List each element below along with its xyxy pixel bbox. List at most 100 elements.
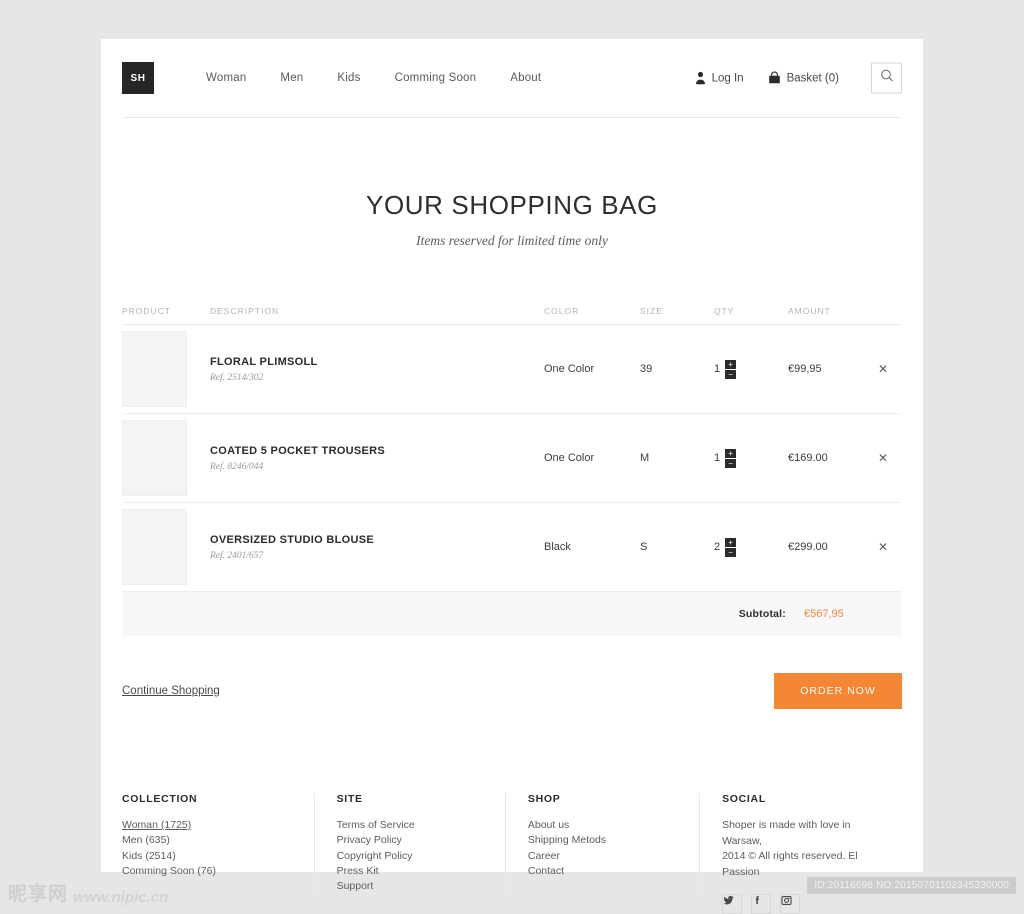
- twitter-icon[interactable]: [722, 894, 742, 914]
- nav-item-men[interactable]: Men: [280, 72, 303, 84]
- product-description-cell: COATED 5 POCKET TROUSERS Ref. 8246/044: [210, 445, 544, 472]
- cart-table-header: PRODUCT DESCRIPTION COLOR SIZE QTY AMOUN…: [122, 306, 902, 325]
- quantity-stepper[interactable]: + −: [725, 449, 736, 468]
- nav-item-about[interactable]: About: [510, 72, 541, 84]
- product-thumbnail-cell: [122, 420, 210, 496]
- product-amount: €169.00: [788, 452, 878, 464]
- qty-value: 2: [714, 541, 720, 553]
- remove-item-button[interactable]: ✕: [878, 451, 888, 465]
- quantity-stepper[interactable]: + −: [725, 360, 736, 379]
- basket-label: Basket (0): [787, 72, 839, 84]
- product-size: S: [640, 541, 714, 553]
- qty-decrease-button[interactable]: −: [725, 370, 736, 379]
- product-reference: Ref. 8246/044: [210, 462, 544, 472]
- login-label: Log In: [712, 72, 744, 84]
- social-links: [722, 894, 882, 914]
- product-reference: Ref. 2514/302: [210, 373, 544, 383]
- product-image[interactable]: [122, 331, 187, 407]
- product-color: One Color: [544, 452, 640, 464]
- column-header-product: PRODUCT: [122, 306, 210, 316]
- column-header-amount: AMOUNT: [788, 306, 878, 316]
- footer-link-comming-soon[interactable]: Comming Soon (76): [122, 864, 294, 879]
- watermark-id: ID:20116698 NO:20150701102345330000: [807, 877, 1016, 894]
- product-name[interactable]: COATED 5 POCKET TROUSERS: [210, 445, 544, 457]
- order-now-button[interactable]: ORDER NOW: [774, 673, 902, 709]
- footer-link-terms-of-service[interactable]: Terms of Service: [337, 818, 485, 833]
- product-image[interactable]: [122, 509, 187, 585]
- quantity-stepper[interactable]: + −: [725, 538, 736, 557]
- footer-link-woman[interactable]: Woman (1725): [122, 818, 294, 833]
- table-row: OVERSIZED STUDIO BLOUSE Ref. 2401/657 Bl…: [122, 503, 902, 592]
- footer-link-kids[interactable]: Kids (2514): [122, 849, 294, 864]
- header-actions: Log In Basket (0): [695, 63, 902, 94]
- main-navigation: Woman Men Kids Comming Soon About: [206, 72, 541, 84]
- footer-link-men[interactable]: Men (635): [122, 833, 294, 848]
- footer-link-contact[interactable]: Contact: [528, 864, 679, 879]
- footer-link-about-us[interactable]: About us: [528, 818, 679, 833]
- column-header-qty: QTY: [714, 306, 788, 316]
- product-reference: Ref. 2401/657: [210, 551, 544, 561]
- nav-item-comming-soon[interactable]: Comming Soon: [395, 72, 477, 84]
- subtotal-value: €567,95: [804, 608, 894, 620]
- product-qty-cell: 1 + −: [714, 360, 788, 379]
- remove-cell: ✕: [878, 451, 902, 465]
- watermark-cn-text: 昵享网: [8, 879, 68, 906]
- remove-cell: ✕: [878, 540, 902, 554]
- footer-link-press-kit[interactable]: Press Kit: [337, 864, 485, 879]
- footer-heading-collection: COLLECTION: [122, 793, 294, 805]
- subtotal-row: Subtotal: €567,95: [122, 592, 902, 636]
- facebook-icon[interactable]: [751, 894, 771, 914]
- remove-item-button[interactable]: ✕: [878, 362, 888, 376]
- login-button[interactable]: Log In: [695, 72, 744, 85]
- shopping-bag-icon: [768, 72, 781, 85]
- qty-increase-button[interactable]: +: [725, 449, 736, 458]
- nav-item-woman[interactable]: Woman: [206, 72, 246, 84]
- basket-button[interactable]: Basket (0): [768, 72, 839, 85]
- footer-column-shop: SHOP About us Shipping Metods Career Con…: [505, 793, 699, 897]
- qty-decrease-button[interactable]: −: [725, 459, 736, 468]
- footer-heading-shop: SHOP: [528, 793, 679, 805]
- continue-shopping-link[interactable]: Continue Shopping: [122, 685, 220, 697]
- subtotal-label: Subtotal:: [739, 608, 786, 620]
- product-thumbnail-cell: [122, 331, 210, 407]
- footer-link-support[interactable]: Support: [337, 879, 485, 894]
- footer-credit-line-1: Shoper is made with love in Warsaw,: [722, 818, 882, 849]
- instagram-icon[interactable]: [780, 894, 800, 914]
- remove-item-button[interactable]: ✕: [878, 540, 888, 554]
- page-title: YOUR SHOPPING BAG: [101, 190, 923, 221]
- nav-item-kids[interactable]: Kids: [337, 72, 360, 84]
- product-color: One Color: [544, 363, 640, 375]
- footer-link-career[interactable]: Career: [528, 849, 679, 864]
- search-button[interactable]: [871, 63, 902, 94]
- cart-table: PRODUCT DESCRIPTION COLOR SIZE QTY AMOUN…: [122, 306, 902, 636]
- qty-value: 1: [714, 363, 720, 375]
- site-header: SH Woman Men Kids Comming Soon About Log…: [122, 39, 902, 118]
- qty-value: 1: [714, 452, 720, 464]
- qty-decrease-button[interactable]: −: [725, 548, 736, 557]
- product-thumbnail-cell: [122, 509, 210, 585]
- product-description-cell: OVERSIZED STUDIO BLOUSE Ref. 2401/657: [210, 534, 544, 561]
- product-name[interactable]: OVERSIZED STUDIO BLOUSE: [210, 534, 544, 546]
- product-name[interactable]: FLORAL PLIMSOLL: [210, 356, 544, 368]
- footer-link-privacy-policy[interactable]: Privacy Policy: [337, 833, 485, 848]
- product-qty-cell: 1 + −: [714, 449, 788, 468]
- page-subtitle: Items reserved for limited time only: [101, 233, 923, 249]
- site-logo[interactable]: SH: [122, 62, 154, 94]
- product-size: M: [640, 452, 714, 464]
- page-heading-block: YOUR SHOPPING BAG Items reserved for lim…: [101, 118, 923, 249]
- qty-increase-button[interactable]: +: [725, 538, 736, 547]
- footer-link-copyright-policy[interactable]: Copyright Policy: [337, 849, 485, 864]
- product-image[interactable]: [122, 420, 187, 496]
- footer-credit-line-2: 2014 © All rights reserved. El Passion: [722, 849, 882, 880]
- product-qty-cell: 2 + −: [714, 538, 788, 557]
- footer-link-shipping-metods[interactable]: Shipping Metods: [528, 833, 679, 848]
- product-size: 39: [640, 363, 714, 375]
- footer-heading-social: SOCIAL: [722, 793, 882, 805]
- watermark-logo: 昵享网 www.nipic.cn: [8, 879, 168, 906]
- table-row: COATED 5 POCKET TROUSERS Ref. 8246/044 O…: [122, 414, 902, 503]
- product-amount: €299.00: [788, 541, 878, 553]
- footer-column-site: SITE Terms of Service Privacy Policy Cop…: [314, 793, 505, 897]
- remove-cell: ✕: [878, 362, 902, 376]
- footer-heading-site: SITE: [337, 793, 485, 805]
- qty-increase-button[interactable]: +: [725, 360, 736, 369]
